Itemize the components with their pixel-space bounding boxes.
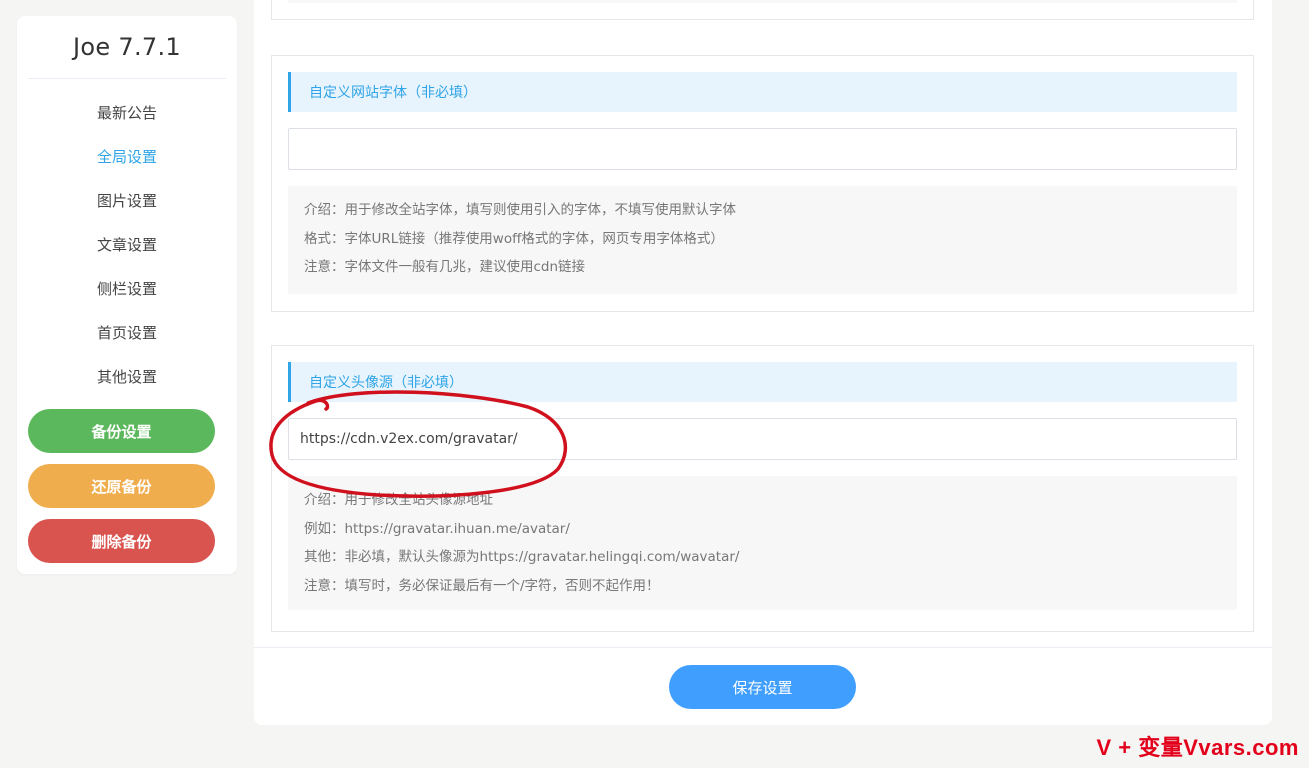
- footer-divider: [254, 647, 1272, 648]
- custom-font-description: 介绍：用于修改全站字体，填写则使用引入的字体，不填写使用默认字体 格式：字体UR…: [288, 186, 1237, 294]
- save-settings-button[interactable]: 保存设置: [669, 665, 856, 709]
- menu-item-global-settings[interactable]: 全局设置: [17, 134, 237, 178]
- settings-panel: 自定义网站字体（非必填） 介绍：用于修改全站字体，填写则使用引入的字体，不填写使…: [254, 0, 1272, 725]
- restore-backup-button[interactable]: 还原备份: [28, 464, 215, 508]
- description-line: 介绍：用于修改全站头像源地址: [304, 492, 493, 508]
- custom-font-card: 自定义网站字体（非必填） 介绍：用于修改全站字体，填写则使用引入的字体，不填写使…: [271, 55, 1254, 312]
- menu-item-sidebar-settings[interactable]: 侧栏设置: [17, 266, 237, 310]
- previous-setting-description: [288, 0, 1237, 3]
- custom-avatar-card: 自定义头像源（非必填） https://cdn.v2ex.com/gravata…: [271, 345, 1254, 632]
- theme-title: Joe 7.7.1: [28, 16, 226, 79]
- menu-item-image-settings[interactable]: 图片设置: [17, 178, 237, 222]
- menu-item-announcements[interactable]: 最新公告: [17, 90, 237, 134]
- custom-font-header: 自定义网站字体（非必填）: [288, 72, 1237, 112]
- watermark-logo: V + 变量Vvars.com: [1096, 735, 1299, 760]
- menu-item-other-settings[interactable]: 其他设置: [17, 354, 237, 398]
- settings-sidebar: Joe 7.7.1 最新公告 全局设置 图片设置 文章设置 侧栏设置 首页设置 …: [17, 16, 237, 574]
- previous-setting-card: [271, 0, 1254, 20]
- description-line: 例如：https://gravatar.ihuan.me/avatar/: [304, 520, 570, 537]
- description-line: 介绍：用于修改全站字体，填写则使用引入的字体，不填写使用默认字体: [304, 202, 736, 218]
- menu-item-article-settings[interactable]: 文章设置: [17, 222, 237, 266]
- custom-avatar-header: 自定义头像源（非必填）: [288, 362, 1237, 402]
- description-line: 格式：字体URL链接（推荐使用woff格式的字体，网页专用字体格式）: [304, 230, 724, 247]
- description-line: 其他：非必填，默认头像源为https://gravatar.helingqi.c…: [304, 549, 740, 565]
- custom-avatar-description: 介绍：用于修改全站头像源地址 例如：https://gravatar.ihuan…: [288, 476, 1237, 610]
- custom-font-input[interactable]: [288, 128, 1237, 170]
- backup-settings-button[interactable]: 备份设置: [28, 409, 215, 453]
- custom-avatar-input[interactable]: https://cdn.v2ex.com/gravatar/: [288, 418, 1237, 460]
- description-line: 注意：填写时，务必保证最后有一个/字符，否则不起作用！: [304, 577, 660, 594]
- delete-backup-button[interactable]: 删除备份: [28, 519, 215, 563]
- settings-menu: 最新公告 全局设置 图片设置 文章设置 侧栏设置 首页设置 其他设置: [17, 90, 237, 398]
- menu-item-home-settings[interactable]: 首页设置: [17, 310, 237, 354]
- description-line: 注意：字体文件一般有几兆，建议使用cdn链接: [304, 259, 586, 275]
